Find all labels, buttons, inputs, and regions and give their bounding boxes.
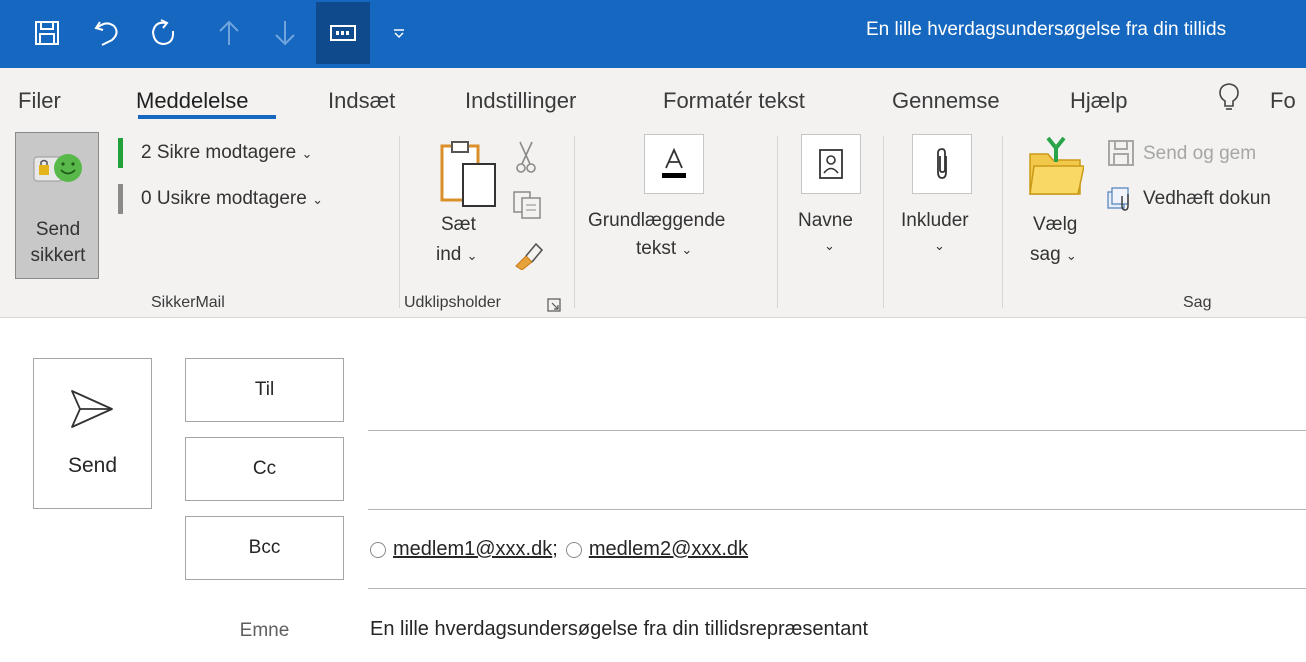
redo-icon[interactable]	[140, 10, 186, 56]
names-label[interactable]: Navne	[798, 210, 853, 232]
send-label: Send	[67, 454, 118, 477]
secure-indicator	[118, 138, 123, 168]
subject-input[interactable]: En lille hverdagsundersøgelse fra din ti…	[370, 618, 868, 641]
tab-indstillinger[interactable]: Indstillinger	[465, 88, 576, 114]
recipient-separator: ;	[552, 538, 558, 560]
group-separator	[1002, 136, 1003, 308]
bcc-button[interactable]: Bcc	[185, 516, 344, 580]
send-icon	[68, 387, 116, 436]
dialog-launcher-icon[interactable]	[547, 298, 561, 317]
lightbulb-icon[interactable]	[1218, 82, 1240, 117]
save-icon[interactable]	[24, 10, 70, 56]
group-separator	[399, 136, 400, 308]
unsecure-indicator	[118, 184, 123, 214]
to-field[interactable]	[368, 430, 1306, 431]
attach-document-button[interactable]: Vedhæft dokun	[1143, 188, 1271, 210]
paste-icon[interactable]	[439, 140, 499, 213]
undo-icon[interactable]	[84, 10, 130, 56]
group-separator	[777, 136, 778, 308]
group-label-sikkermail: SikkerMail	[151, 294, 225, 311]
tab-hjaelp[interactable]: Hjælp	[1070, 88, 1127, 114]
bcc-field[interactable]: medlem1@xxx.dk ; medlem2@xxx.dk	[370, 538, 748, 561]
secure-mail-icon	[30, 151, 86, 190]
include-label[interactable]: Inkluder	[901, 210, 969, 232]
tab-meddelelse[interactable]: Meddelelse	[136, 88, 249, 114]
up-arrow-icon	[206, 10, 252, 56]
active-tab-indicator	[138, 115, 276, 119]
ribbon: Send sikkert 2 Sikre modtagere ⌄ 0 Usikr…	[0, 126, 1306, 318]
to-button[interactable]: Til	[185, 358, 344, 422]
paste-dropdown[interactable]: ind ⌄	[436, 244, 478, 266]
folder-icon[interactable]	[1026, 136, 1085, 203]
font-color-icon[interactable]	[644, 134, 704, 194]
cc-button[interactable]: Cc	[185, 437, 344, 501]
send-button[interactable]: Send	[33, 358, 152, 509]
recipient-chip[interactable]: medlem2@xxx.dk	[589, 538, 748, 561]
window-title: En lille hverdagsundersøgelse fra din ti…	[866, 19, 1227, 40]
cc-field[interactable]	[368, 509, 1306, 510]
chevron-down-icon[interactable]: ⌄	[824, 238, 835, 254]
save-disabled-icon	[1106, 138, 1136, 173]
tab-tell-me[interactable]: Fo	[1270, 88, 1296, 114]
send-and-save-button[interactable]: Send og gem	[1143, 143, 1256, 165]
paste-label-1: Sæt	[441, 214, 476, 235]
down-arrow-icon	[262, 10, 308, 56]
presence-icon	[565, 541, 582, 558]
title-bar: En lille hverdagsundersøgelse fra din ti…	[0, 0, 1306, 68]
choose-case-dropdown[interactable]: sag ⌄	[1030, 244, 1077, 266]
send-secure-label-2: sikkert	[30, 245, 86, 266]
basic-text-dropdown[interactable]: tekst ⌄	[636, 238, 692, 260]
choose-case-label-1[interactable]: Vælg	[1033, 214, 1077, 236]
tab-filer[interactable]: Filer	[18, 88, 61, 114]
group-separator	[574, 136, 575, 308]
tab-indsaet[interactable]: Indsæt	[328, 88, 395, 114]
send-secure-button[interactable]: Send sikkert	[15, 132, 99, 279]
group-separator	[883, 136, 884, 308]
cut-icon[interactable]	[515, 140, 537, 179]
chevron-down-icon: ⌄	[1065, 248, 1077, 263]
format-painter-icon[interactable]	[512, 240, 546, 275]
bcc-field-line	[368, 588, 1306, 589]
tab-gennemse[interactable]: Gennemse	[892, 88, 1000, 114]
attach-document-icon[interactable]	[1106, 186, 1136, 217]
tab-formater-tekst[interactable]: Formatér tekst	[663, 88, 805, 114]
chevron-down-icon: ⌄	[466, 248, 478, 263]
chevron-down-icon: ⌄	[301, 146, 313, 161]
group-label-udklipsholder: Udklipsholder	[404, 294, 501, 311]
presence-icon	[370, 541, 386, 558]
secure-recipients-dropdown[interactable]: 2 Sikre modtagere ⌄	[141, 142, 312, 164]
paperclip-icon[interactable]	[912, 134, 972, 194]
customize-dropdown-icon[interactable]	[384, 10, 414, 56]
chevron-down-icon: ⌄	[312, 192, 323, 207]
address-book-icon[interactable]	[801, 134, 861, 194]
basic-text-label-1[interactable]: Grundlæggende	[588, 210, 725, 232]
chevron-down-icon: ⌄	[681, 242, 693, 257]
recipient-chip[interactable]: medlem1@xxx.dk	[393, 538, 552, 561]
touch-mode-icon[interactable]	[316, 2, 370, 64]
group-label-sag: Sag	[1183, 294, 1212, 311]
subject-label: Emne	[239, 620, 290, 641]
copy-icon[interactable]	[512, 190, 544, 225]
unsecure-recipients-dropdown[interactable]: 0 Usikre modtagere ⌄	[141, 188, 323, 210]
send-secure-label-1: Send	[35, 219, 81, 240]
chevron-down-icon[interactable]: ⌄	[934, 238, 945, 254]
